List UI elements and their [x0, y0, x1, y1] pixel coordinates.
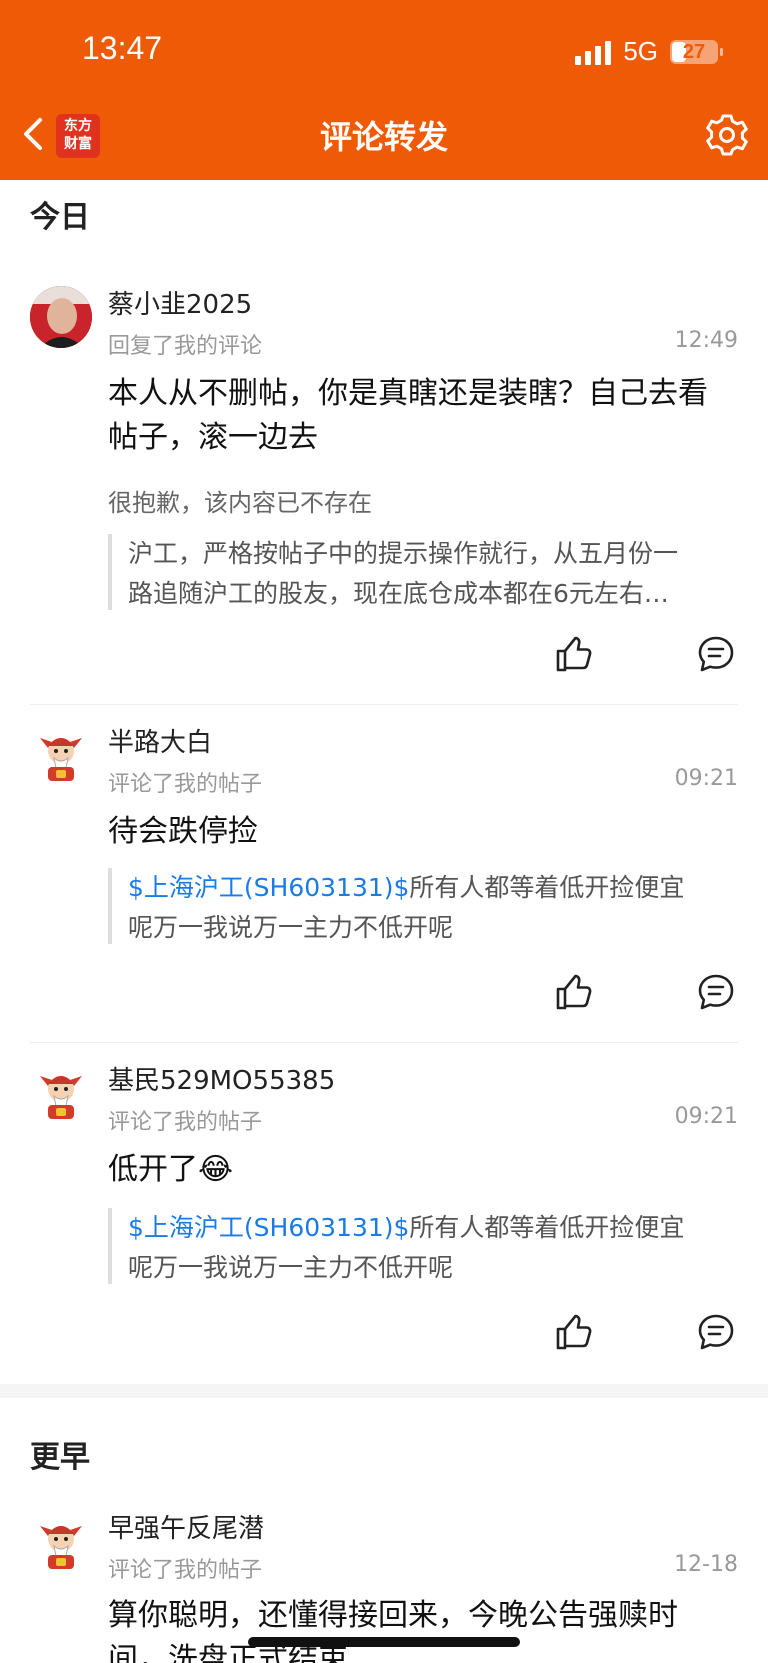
quote-line: 呢万一我说万一主力不低开呢 — [128, 913, 454, 942]
user-name[interactable]: 蔡小韭2025 — [108, 284, 252, 321]
timestamp: 12-18 — [674, 1552, 738, 1577]
home-indicator — [248, 1637, 520, 1647]
user-name[interactable]: 半路大白 — [108, 722, 212, 759]
status-indicators: 5G 27 — [575, 36, 723, 67]
page-title: 评论转发 — [319, 118, 448, 156]
comment-bubble-icon[interactable] — [696, 972, 736, 1012]
status-time: 13:47 — [82, 30, 163, 66]
notification-type: 回复了我的评论 — [108, 334, 263, 359]
battery-icon: 27 — [670, 39, 723, 64]
user-name[interactable]: 早强午反尾潜 — [108, 1508, 264, 1545]
thumbs-up-icon[interactable] — [554, 972, 594, 1012]
timestamp: 09:21 — [674, 766, 738, 791]
section-separator — [0, 1384, 768, 1398]
section-title-earlier: 更早 — [30, 1440, 90, 1475]
quote-line: 呢万一我说万一主力不低开呢 — [128, 1253, 454, 1282]
thumbs-up-icon[interactable] — [554, 1312, 594, 1352]
avatar[interactable] — [30, 1512, 92, 1574]
quote-text: 所有人都等着低开捡便宜 — [409, 1213, 685, 1242]
comment-text[interactable]: 算你聪明，还懂得接回来，今晚公告强赎时间，洗盘正式结束 — [108, 1594, 728, 1663]
comment-bubble-icon[interactable] — [696, 1312, 736, 1352]
deleted-content-note: 很抱歉，该内容已不存在 — [108, 489, 372, 517]
avatar[interactable] — [30, 724, 92, 786]
stock-link[interactable]: $上海沪工(SH603131)$ — [128, 873, 409, 902]
notification-type: 评论了我的帖子 — [108, 772, 263, 797]
top-bar: 13:47 5G 27 东方 财富 评论转发 — [0, 0, 768, 180]
quote-line: 沪工，严格按帖子中的提示操作就行，从五月份一 — [128, 539, 679, 568]
avatar[interactable] — [30, 1062, 92, 1124]
notification-type: 评论了我的帖子 — [108, 1558, 263, 1583]
quoted-post[interactable]: $上海沪工(SH603131)$所有人都等着低开捡便宜 呢万一我说万一主力不低开… — [108, 868, 734, 944]
quote-line: 路追随沪工的股友，现在底仓成本都在6元左右… — [128, 579, 669, 608]
network-label: 5G — [623, 36, 658, 66]
divider — [30, 1042, 738, 1043]
section-title-today: 今日 — [30, 200, 90, 235]
notification-type: 评论了我的帖子 — [108, 1110, 263, 1135]
timestamp: 12:49 — [674, 328, 738, 353]
settings-gear-icon[interactable] — [704, 112, 750, 158]
signal-icon — [575, 39, 612, 65]
user-name[interactable]: 基民529MO55385 — [108, 1060, 335, 1097]
thumbs-up-icon[interactable] — [554, 634, 594, 674]
quote-text: 所有人都等着低开捡便宜 — [409, 873, 685, 902]
comment-text[interactable]: 待会跌停捡 — [108, 810, 728, 854]
quoted-post[interactable]: $上海沪工(SH603131)$所有人都等着低开捡便宜 呢万一我说万一主力不低开… — [108, 1208, 734, 1284]
timestamp: 09:21 — [674, 1104, 738, 1129]
stock-link[interactable]: $上海沪工(SH603131)$ — [128, 1213, 409, 1242]
avatar[interactable] — [30, 286, 92, 348]
quoted-comment[interactable]: 沪工，严格按帖子中的提示操作就行，从五月份一 路追随沪工的股友，现在底仓成本都在… — [108, 534, 734, 610]
comment-text[interactable]: 本人从不删帖，你是真瞎还是装瞎？自己去看帖子，滚一边去 — [108, 372, 728, 460]
comment-text[interactable]: 低开了😂 — [108, 1148, 728, 1192]
battery-level: 27 — [682, 40, 706, 63]
divider — [30, 704, 738, 705]
comment-bubble-icon[interactable] — [696, 634, 736, 674]
